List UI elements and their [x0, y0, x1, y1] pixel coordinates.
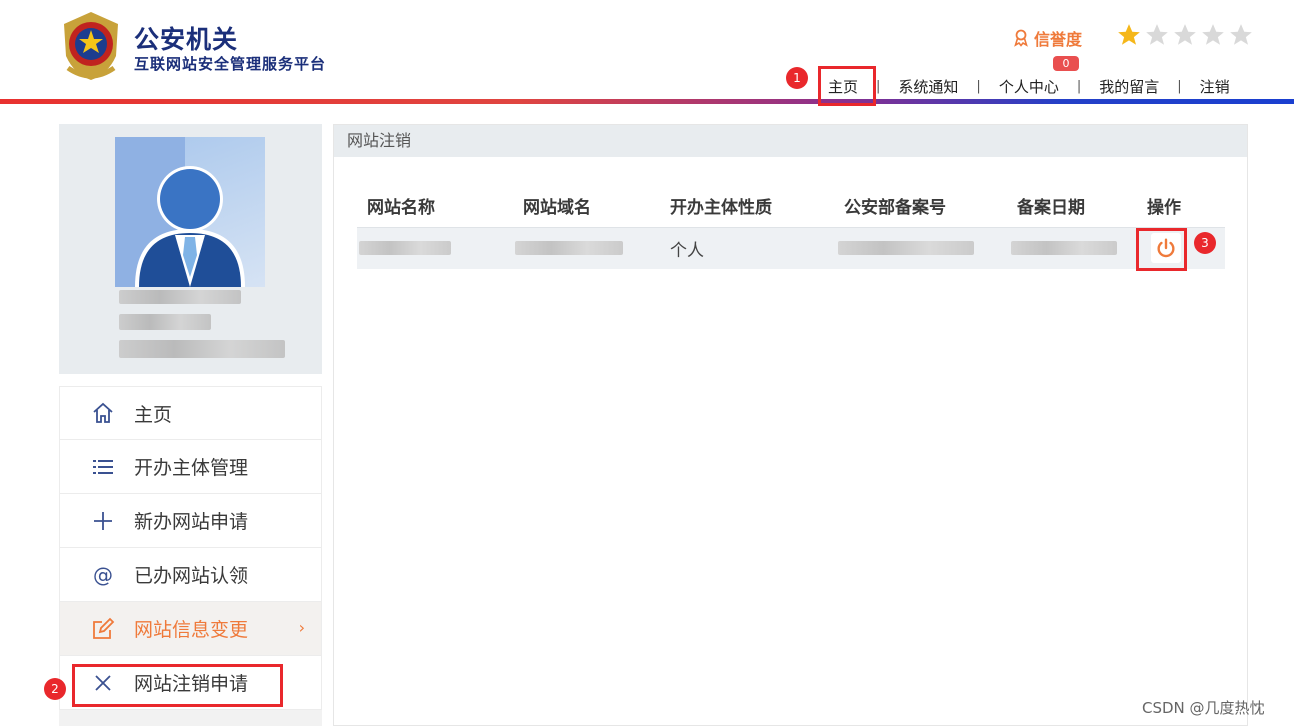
nav-personal-center[interactable]: 个人中心 — [999, 76, 1059, 97]
sidebar-item-entity-management[interactable]: 开办主体管理 — [59, 440, 322, 494]
nav-notifications[interactable]: 系统通知 — [898, 76, 958, 97]
site-table: 网站名称 网站域名 开办主体性质 公安部备案号 备案日期 操作 个人 — [357, 185, 1225, 269]
edit-icon — [88, 614, 118, 644]
credit-text: 信誉度 — [1034, 30, 1083, 49]
star-empty-icon — [1146, 24, 1168, 45]
at-icon: @ — [93, 562, 113, 587]
nav-logout[interactable]: 注销 — [1200, 76, 1230, 97]
profile-card — [59, 124, 322, 374]
nav-separator: | — [976, 79, 981, 94]
sidebar-item-label: 已办网站认领 — [134, 565, 249, 587]
cell-record-date — [1007, 227, 1137, 269]
sidebar-item-claim-site[interactable]: @ 已办网站认领 — [59, 548, 322, 602]
sidebar-item-label: 网站信息变更 — [134, 619, 249, 641]
sidebar-footer — [59, 710, 322, 726]
star-empty-icon — [1230, 24, 1252, 45]
highlight-box-cancel-button — [1136, 228, 1187, 271]
star-filled-icon — [1118, 24, 1140, 45]
chevron-right-icon: › — [298, 618, 305, 637]
nav-my-messages[interactable]: 我的留言 — [1099, 76, 1159, 97]
highlight-box-nav-home — [818, 66, 876, 106]
sidebar-item-new-site[interactable]: 新办网站申请 — [59, 494, 322, 548]
sidebar-item-label: 主页 — [134, 403, 173, 426]
step-marker-3: 3 — [1194, 232, 1216, 254]
star-empty-icon — [1174, 24, 1196, 45]
col-site-name: 网站名称 — [367, 198, 435, 219]
sidebar-item-home[interactable]: 主页 — [59, 386, 322, 440]
sidebar-menu: 主页 开办主体管理 新办网站申请 @ 已办网站认领 网站信息变更 › 网站注销申… — [59, 386, 322, 710]
header-divider — [0, 99, 1294, 104]
redacted-record-date — [1011, 241, 1117, 256]
col-site-domain: 网站域名 — [523, 198, 591, 219]
rating-stars — [1116, 22, 1254, 48]
table-row: 个人 — [357, 227, 1225, 269]
col-record-number: 公安部备案号 — [844, 198, 946, 219]
sidebar-item-label: 新办网站申请 — [134, 511, 249, 533]
cell-site-name — [357, 227, 513, 269]
police-emblem-icon — [64, 12, 118, 80]
redacted-username — [119, 290, 241, 304]
site-title: 公安机关 — [134, 25, 239, 54]
redacted-domain — [515, 241, 623, 256]
redacted-info — [119, 314, 211, 330]
sidebar-item-label: 开办主体管理 — [134, 457, 249, 479]
table-header-row: 网站名称 网站域名 开办主体性质 公安部备案号 备案日期 操作 — [357, 185, 1225, 227]
header: 公安机关 互联网站安全管理服务平台 信誉度 0 主页 | 系统通知 | 个人中心… — [0, 0, 1294, 106]
redacted-info — [119, 340, 285, 358]
col-record-date: 备案日期 — [1017, 198, 1085, 219]
cell-site-domain — [513, 227, 660, 269]
watermark: CSDN @几度热忱 — [1142, 699, 1265, 717]
cell-record-number — [834, 227, 1007, 269]
highlight-box-site-cancel — [72, 664, 283, 707]
step-marker-2: 2 — [44, 678, 66, 700]
nav-separator: | — [1177, 79, 1182, 94]
credit-label: 信誉度 — [1012, 26, 1082, 50]
star-empty-icon — [1202, 24, 1224, 45]
top-nav: 主页 | 系统通知 | 个人中心 | 我的留言 | 注销 — [828, 76, 1230, 97]
notice-count-badge: 0 — [1053, 56, 1079, 71]
home-icon — [88, 398, 118, 428]
redacted-record-number — [838, 241, 974, 256]
ribbon-icon — [1014, 29, 1028, 47]
redacted-site-name — [359, 241, 451, 256]
col-entity-type: 开办主体性质 — [670, 198, 772, 219]
site-subtitle: 互联网站安全管理服务平台 — [134, 55, 327, 73]
nav-separator: | — [1076, 79, 1082, 94]
sidebar-item-site-change[interactable]: 网站信息变更 › — [59, 602, 322, 656]
main-panel: 网站注销 网站名称 网站域名 开办主体性质 公安部备案号 备案日期 操作 个人 — [333, 124, 1248, 726]
col-action: 操作 — [1147, 198, 1181, 219]
user-avatar-icon — [115, 137, 245, 287]
plus-icon — [88, 506, 118, 536]
step-marker-1: 1 — [786, 67, 808, 89]
nav-separator: | — [876, 79, 881, 94]
avatar — [115, 137, 265, 287]
panel-title: 网站注销 — [334, 125, 1247, 157]
list-icon — [88, 452, 118, 482]
cell-entity-type: 个人 — [670, 240, 704, 261]
